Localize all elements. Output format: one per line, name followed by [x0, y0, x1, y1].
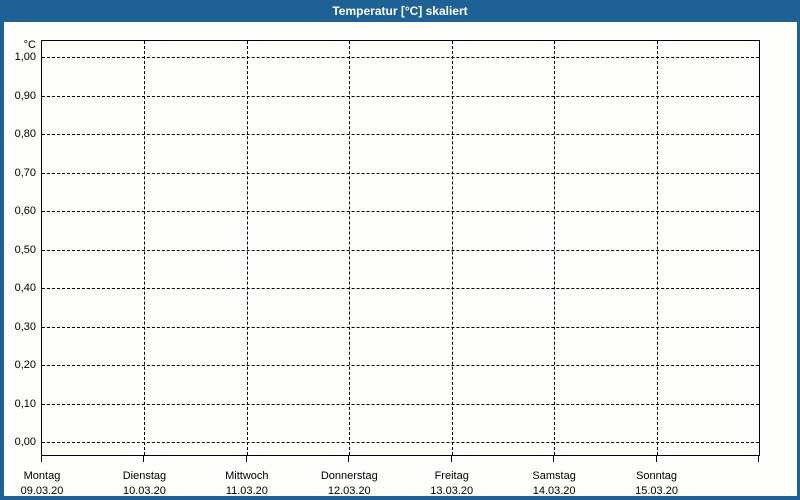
- x-axis-tick: [41, 455, 42, 462]
- x-axis-tick: [451, 455, 452, 462]
- h-gridline: [42, 403, 759, 405]
- y-tick-label: 1,00: [14, 51, 36, 63]
- x-date-label: 12.03.20: [327, 485, 371, 497]
- h-gridline: [42, 249, 759, 251]
- h-gridline: [42, 95, 759, 97]
- x-date-label: 10.03.20: [123, 485, 166, 497]
- v-gridline: [246, 41, 248, 455]
- x-axis-tick: [246, 455, 247, 462]
- h-gridline: [42, 57, 759, 58]
- y-tick-label: 0,60: [14, 205, 36, 217]
- v-gridline: [349, 41, 351, 455]
- h-gridline: [42, 134, 759, 135]
- x-day-label: Freitag: [434, 470, 469, 482]
- chart-area: °C 1,00 0,90 0,80 0,70 0,60 0,50 0,40 0,30 0,20 0…: [0, 0, 800, 500]
- x-axis-tick: [758, 455, 759, 462]
- y-tick-label: 0,00: [14, 436, 36, 448]
- y-tick-label: 0,80: [14, 128, 36, 140]
- h-gridline: [42, 211, 759, 212]
- x-date-label: 15.03.20: [635, 485, 678, 497]
- x-axis-tick: [553, 455, 554, 462]
- y-tick-label: 0,20: [14, 359, 36, 371]
- y-tick-label: 0,40: [14, 282, 36, 294]
- x-date-label: 13.03.20: [430, 485, 474, 497]
- h-gridline: [42, 442, 759, 443]
- v-gridline: [451, 41, 453, 455]
- h-gridline: [42, 326, 759, 328]
- h-gridline: [42, 365, 759, 366]
- v-gridline: [656, 41, 658, 455]
- x-day-label: Dienstag: [122, 470, 167, 482]
- x-axis-tick: [656, 455, 657, 462]
- y-tick-label: 0,70: [14, 166, 36, 179]
- v-gridline: [144, 41, 146, 455]
- x-axis-tick: [143, 455, 144, 462]
- x-date-label: 11.03.20: [225, 485, 268, 497]
- y-tick-label: 0,90: [14, 89, 36, 102]
- chart-window: Temperatur [°C] skaliert °C 1,00 0,90 0,80…: [0, 0, 800, 500]
- x-date-label: 09.03.20: [20, 485, 64, 497]
- y-tick-label: 0,10: [14, 397, 36, 410]
- y-tick-label: 0,30: [14, 320, 36, 333]
- x-day-label: Sonntag: [636, 470, 678, 482]
- h-gridline: [42, 172, 759, 174]
- v-gridline: [554, 41, 556, 455]
- y-tick-label: 0,50: [14, 243, 36, 256]
- x-axis-tick: [348, 455, 349, 462]
- x-day-label: Donnerstag: [320, 470, 378, 482]
- x-day-label: Montag: [23, 470, 61, 482]
- x-date-label: 14.03.20: [532, 485, 576, 497]
- h-gridline: [42, 288, 759, 289]
- x-day-label: Samstag: [532, 470, 576, 482]
- x-day-label: Mittwoch: [225, 470, 269, 482]
- plot-area: [41, 40, 760, 456]
